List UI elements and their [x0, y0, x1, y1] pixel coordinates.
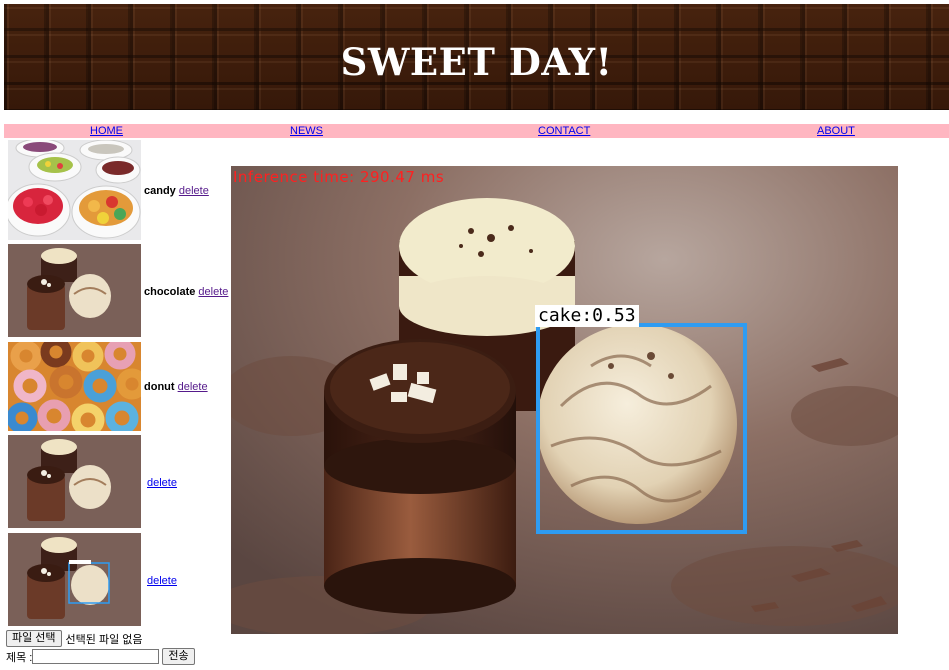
- gallery-title: chocolate: [144, 286, 196, 298]
- delete-link[interactable]: delete: [147, 477, 177, 489]
- gallery-title: donut: [144, 381, 175, 393]
- header-banner: SWEET DAY!: [4, 4, 949, 110]
- detection-result-image: Inference time: 290.47 ms cake:0.53: [231, 166, 898, 634]
- site-title: SWEET DAY!: [340, 40, 613, 84]
- detection-bounding-box: [536, 323, 747, 534]
- gallery-caption: candy delete: [144, 185, 209, 197]
- delete-link[interactable]: delete: [147, 575, 177, 587]
- gallery-title: candy: [144, 185, 176, 197]
- candy-thumbnail[interactable]: [8, 140, 141, 240]
- delete-link[interactable]: delete: [198, 286, 228, 298]
- nav-home[interactable]: HOME: [90, 124, 123, 138]
- donut-thumbnail[interactable]: [8, 342, 141, 431]
- nav-news[interactable]: NEWS: [290, 124, 323, 138]
- chocolate-thumbnail[interactable]: [8, 435, 141, 528]
- title-row: 제목 : 전송: [6, 648, 195, 665]
- detection-thumbnail[interactable]: [8, 533, 141, 626]
- title-input[interactable]: [32, 649, 160, 664]
- gallery-caption: delete: [147, 477, 177, 489]
- detection-label: cake:0.53: [535, 305, 639, 327]
- gallery-caption: delete: [147, 575, 177, 587]
- nav-about[interactable]: ABOUT: [817, 124, 855, 138]
- file-row: 파일 선택 선택된 파일 없음: [6, 630, 143, 647]
- file-select-button[interactable]: 파일 선택: [6, 630, 62, 647]
- chocolate-thumbnail[interactable]: [8, 244, 141, 337]
- nav-bar: HOME NEWS CONTACT ABOUT: [4, 124, 949, 138]
- nav-contact[interactable]: CONTACT: [538, 124, 590, 138]
- gallery-caption: donut delete: [144, 381, 208, 393]
- delete-link[interactable]: delete: [178, 381, 208, 393]
- inference-time-text: Inference time: 290.47 ms: [233, 168, 445, 186]
- submit-button[interactable]: 전송: [162, 648, 195, 665]
- gallery-caption: chocolate delete: [144, 286, 228, 298]
- file-status-text: 선택된 파일 없음: [65, 633, 143, 646]
- delete-link[interactable]: delete: [179, 185, 209, 197]
- title-label: 제목 :: [6, 651, 33, 664]
